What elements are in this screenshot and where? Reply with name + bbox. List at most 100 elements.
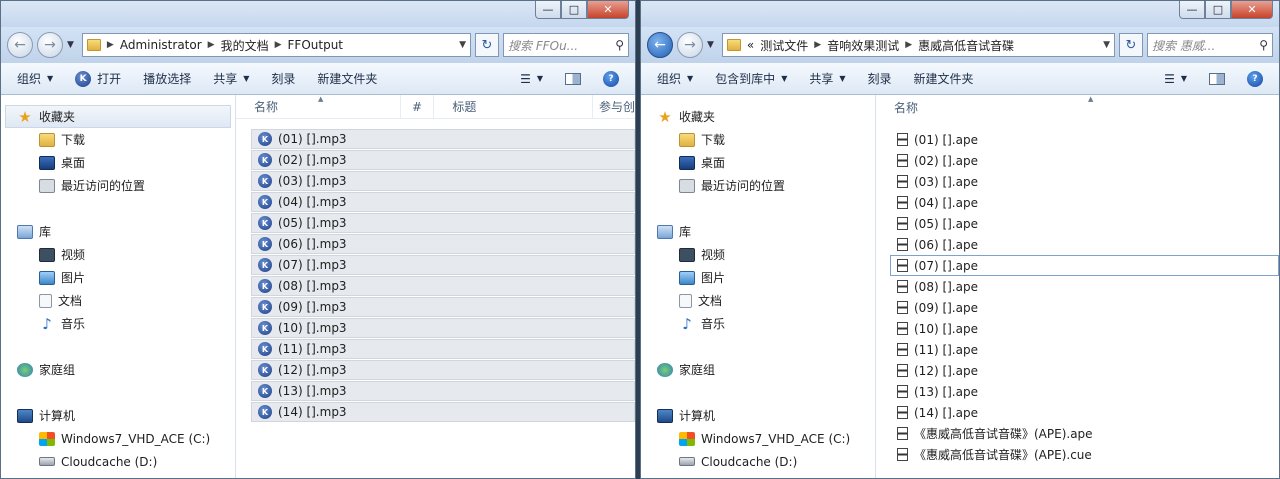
column-track-number[interactable]: # — [401, 95, 435, 118]
file-item[interactable]: (08) [].ape — [891, 276, 1279, 297]
nav-favorites[interactable]: ★ 收藏夹 — [641, 105, 875, 128]
change-view-button[interactable]: ☰ ▼ — [510, 68, 553, 90]
file-item[interactable]: K (14) [].mp3 — [251, 402, 635, 422]
close-button[interactable]: ✕ — [587, 1, 629, 19]
address-dropdown-icon[interactable]: ▼ — [1103, 40, 1110, 50]
forward-button[interactable]: → — [677, 32, 703, 58]
back-button[interactable]: ← — [7, 32, 33, 58]
file-item[interactable]: K (06) [].mp3 — [251, 234, 635, 254]
nav-favorites[interactable]: ★ 收藏夹 — [5, 105, 231, 128]
column-name[interactable]: 名称 — [876, 95, 918, 119]
nav-recent[interactable]: 最近访问的位置 — [1, 174, 235, 197]
file-item[interactable]: (10) [].ape — [891, 318, 1279, 339]
open-button[interactable]: K 打开 — [65, 66, 131, 91]
recent-pages-dropdown-icon[interactable]: ▼ — [67, 40, 74, 50]
maximize-button[interactable]: □ — [1205, 1, 1231, 19]
nav-drive-c[interactable]: Windows7_VHD_ACE (C:) — [641, 427, 875, 450]
nav-videos[interactable]: 视频 — [1, 243, 235, 266]
share-button[interactable]: 共享 ▼ — [203, 66, 259, 91]
file-item[interactable]: K (03) [].mp3 — [251, 171, 635, 191]
file-item[interactable]: (09) [].ape — [891, 297, 1279, 318]
play-selection-button[interactable]: 播放选择 — [133, 66, 201, 91]
new-folder-button[interactable]: 新建文件夹 — [904, 66, 984, 91]
address-bar[interactable]: ▶ Administrator ▶ 我的文档 ▶ FFOutput ▼ — [81, 33, 471, 57]
forward-button[interactable]: → — [37, 32, 63, 58]
column-contributing-artists[interactable]: 参与创 — [593, 95, 635, 118]
nav-computer[interactable]: 计算机 — [1, 404, 235, 427]
file-item[interactable]: (07) [].ape — [890, 255, 1279, 276]
file-item[interactable]: K (04) [].mp3 — [251, 192, 635, 212]
breadcrumb-separator-icon[interactable]: ▶ — [905, 40, 912, 50]
file-item[interactable]: (03) [].ape — [891, 171, 1279, 192]
nav-documents[interactable]: 文档 — [641, 289, 875, 312]
breadcrumb-separator-icon[interactable]: ▶ — [208, 40, 215, 50]
share-button[interactable]: 共享 ▼ — [799, 66, 855, 91]
file-item[interactable]: K (02) [].mp3 — [251, 150, 635, 170]
file-item[interactable]: K (08) [].mp3 — [251, 276, 635, 296]
nav-music[interactable]: ♪ 音乐 — [1, 312, 235, 335]
breadcrumb-ffoutput[interactable]: FFOutput — [288, 38, 344, 52]
breadcrumb-hivi-disc[interactable]: 惠威高低音试音碟 — [918, 37, 1014, 54]
nav-videos[interactable]: 视频 — [641, 243, 875, 266]
file-item[interactable]: (14) [].ape — [891, 402, 1279, 423]
change-view-button[interactable]: ☰ ▼ — [1154, 68, 1197, 90]
nav-libraries[interactable]: 库 — [641, 220, 875, 243]
file-item[interactable]: 《惠威高低音试音碟》(APE).ape — [891, 423, 1279, 444]
burn-button[interactable]: 刻录 — [261, 66, 305, 91]
nav-pictures[interactable]: 图片 — [1, 266, 235, 289]
preview-pane-button[interactable] — [1199, 69, 1235, 89]
nav-computer[interactable]: 计算机 — [641, 404, 875, 427]
help-button[interactable]: ? — [1237, 67, 1273, 91]
breadcrumb-separator-icon[interactable]: ▶ — [814, 40, 821, 50]
file-item[interactable]: K (07) [].mp3 — [251, 255, 635, 275]
breadcrumb-overflow[interactable]: « — [747, 38, 754, 52]
title-bar[interactable]: — □ ✕ — [641, 1, 1279, 27]
nav-drive-d[interactable]: Cloudcache (D:) — [1, 450, 235, 473]
file-item[interactable]: K (01) [].mp3 — [251, 129, 635, 149]
nav-homegroup[interactable]: 家庭组 — [641, 358, 875, 381]
refresh-button[interactable]: ↻ — [1119, 33, 1143, 57]
new-folder-button[interactable]: 新建文件夹 — [307, 66, 387, 91]
search-input[interactable]: 搜索 FFOu... ⚲ — [503, 33, 629, 57]
search-input[interactable]: 搜索 惠威... ⚲ — [1147, 33, 1273, 57]
organize-button[interactable]: 组织 ▼ — [7, 66, 63, 91]
nav-drive-c[interactable]: Windows7_VHD_ACE (C:) — [1, 427, 235, 450]
file-item[interactable]: K (05) [].mp3 — [251, 213, 635, 233]
close-button[interactable]: ✕ — [1231, 1, 1273, 19]
back-button[interactable]: ← — [647, 32, 673, 58]
nav-libraries[interactable]: 库 — [1, 220, 235, 243]
nav-pictures[interactable]: 图片 — [641, 266, 875, 289]
nav-desktop[interactable]: 桌面 — [1, 151, 235, 174]
nav-documents[interactable]: 文档 — [1, 289, 235, 312]
file-item[interactable]: (12) [].ape — [891, 360, 1279, 381]
file-item[interactable]: (13) [].ape — [891, 381, 1279, 402]
address-dropdown-icon[interactable]: ▼ — [459, 40, 466, 50]
nav-downloads[interactable]: 下载 — [641, 128, 875, 151]
file-item[interactable]: 《惠威高低音试音碟》(APE).cue — [891, 444, 1279, 465]
nav-downloads[interactable]: 下载 — [1, 128, 235, 151]
file-item[interactable]: K (10) [].mp3 — [251, 318, 635, 338]
file-item[interactable]: K (09) [].mp3 — [251, 297, 635, 317]
nav-desktop[interactable]: 桌面 — [641, 151, 875, 174]
file-item[interactable]: (01) [].ape — [891, 129, 1279, 150]
file-item[interactable]: (05) [].ape — [891, 213, 1279, 234]
breadcrumb-administrator[interactable]: Administrator — [120, 38, 202, 52]
minimize-button[interactable]: — — [535, 1, 561, 19]
file-item[interactable]: (02) [].ape — [891, 150, 1279, 171]
column-title[interactable]: 标题 — [434, 95, 593, 118]
breadcrumb-separator-icon[interactable]: ▶ — [107, 40, 114, 50]
refresh-button[interactable]: ↻ — [475, 33, 499, 57]
file-item[interactable]: K (13) [].mp3 — [251, 381, 635, 401]
breadcrumb-my-documents[interactable]: 我的文档 — [221, 37, 269, 54]
file-item[interactable]: K (12) [].mp3 — [251, 360, 635, 380]
nav-recent[interactable]: 最近访问的位置 — [641, 174, 875, 197]
breadcrumb-audio-test[interactable]: 音响效果测试 — [827, 37, 899, 54]
breadcrumb-separator-icon[interactable]: ▶ — [275, 40, 282, 50]
nav-music[interactable]: ♪ 音乐 — [641, 312, 875, 335]
address-bar[interactable]: « 测试文件 ▶ 音响效果测试 ▶ 惠威高低音试音碟 ▼ — [721, 33, 1115, 57]
nav-homegroup[interactable]: 家庭组 — [1, 358, 235, 381]
organize-button[interactable]: 组织 ▼ — [647, 66, 703, 91]
maximize-button[interactable]: □ — [561, 1, 587, 19]
file-item[interactable]: (04) [].ape — [891, 192, 1279, 213]
minimize-button[interactable]: — — [1179, 1, 1205, 19]
